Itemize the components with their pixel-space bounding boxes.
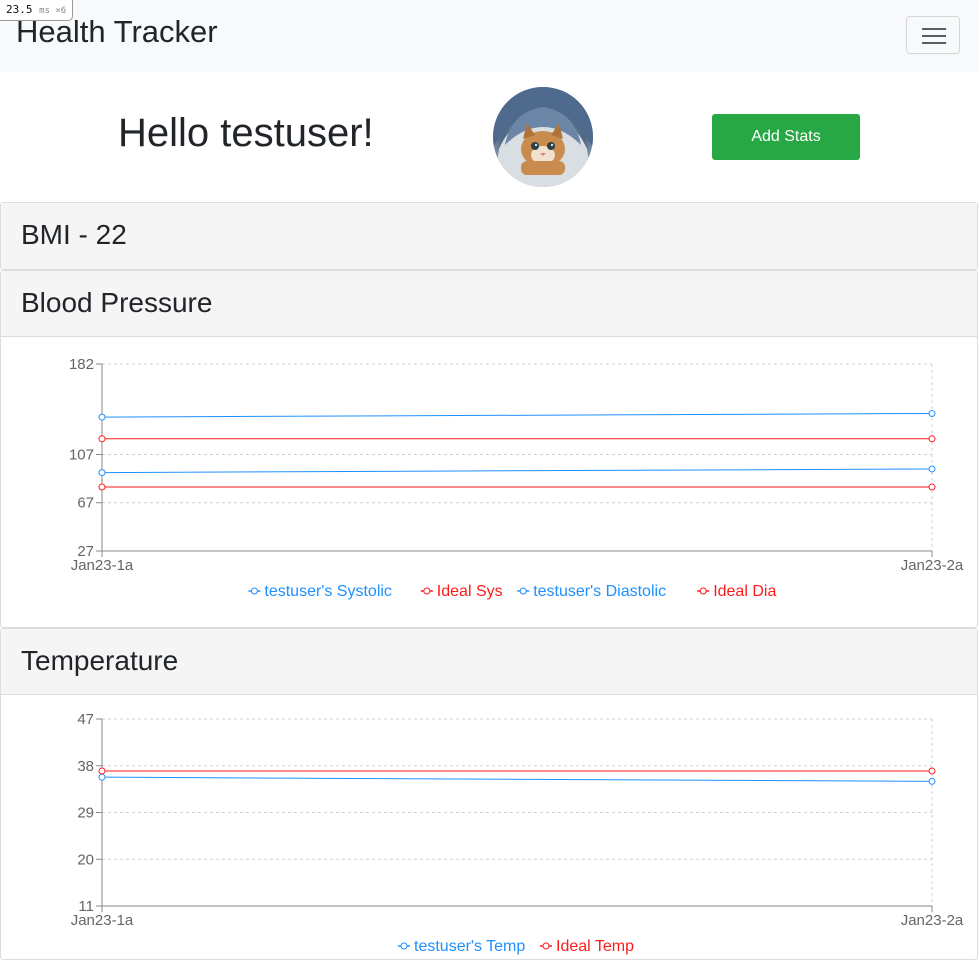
blood-pressure-card-header[interactable]: Blood Pressure (1, 271, 977, 337)
greeting-heading: Hello testuser! (118, 111, 374, 155)
legend-marker (542, 942, 550, 950)
y-tick-label: 107 (69, 446, 94, 463)
y-tick-label: 29 (77, 805, 94, 822)
hamburger-menu-icon-bar (922, 42, 946, 44)
temperature-chart: 1120293847Jan23-1a Jan23-2atestuser's Tem… (71, 711, 964, 955)
temperature-card-header[interactable]: Temperature (1, 629, 977, 695)
kitten-avatar (493, 87, 593, 187)
x-tick-label: Jan23-2a (901, 912, 964, 929)
perf-unit: ms ×6 (39, 6, 67, 16)
data-point (928, 465, 936, 473)
legend-marker (519, 587, 527, 595)
legend-marker (699, 587, 707, 595)
perf-value: 23.5 (6, 3, 33, 16)
legend-marker (400, 942, 408, 950)
data-point (98, 435, 106, 443)
temperature-title: Temperature (21, 645, 179, 676)
bmi-card-header[interactable]: BMI - 22 (1, 203, 977, 269)
data-point (928, 409, 936, 417)
y-tick-label: 182 (69, 356, 94, 373)
bmi-card: BMI - 22 (0, 202, 978, 270)
bmi-title: BMI - 22 (21, 219, 127, 250)
hamburger-menu-icon-bar (922, 35, 946, 37)
legend-label: testuser's Systolic (264, 583, 392, 600)
blood-pressure-chart: 2767107182Jan23-1a Jan23-2atestuser's Sys… (69, 356, 964, 600)
data-point (928, 777, 936, 785)
legend-marker (250, 587, 258, 595)
blood-pressure-card: Blood Pressure 27 67 107 182 Jan23-1a Jan23-2… (0, 270, 978, 628)
x-tick-label: Jan23-1a (71, 912, 134, 929)
data-point (98, 773, 106, 781)
perf-counter: 23.5 ms ×6 (0, 0, 74, 21)
data-point (98, 469, 106, 477)
series-line (101, 468, 933, 474)
legend-label: Ideal Dia (713, 583, 776, 600)
data-point (928, 767, 936, 775)
data-point (98, 483, 106, 491)
data-point (98, 767, 106, 775)
series-line (101, 412, 933, 418)
series-line (101, 776, 933, 782)
navbar-toggle-button[interactable] (906, 16, 960, 54)
avatar (493, 87, 593, 187)
navbar: Health Tracker (0, 0, 978, 72)
x-tick-label: Jan23-1a (71, 557, 134, 574)
y-tick-label: 67 (77, 495, 94, 512)
legend-label: Ideal Sys (437, 583, 503, 600)
y-tick-label: 38 (77, 758, 94, 775)
data-point (98, 413, 106, 421)
data-point (928, 483, 936, 491)
y-tick-label: 20 (77, 851, 94, 868)
data-point (928, 435, 936, 443)
legend-label: testuser's Diastolic (533, 583, 666, 600)
temperature-card: Temperature 11 20 29 38 47 Jan23-1a Jan23-2a te… (0, 628, 978, 960)
blood-pressure-title: Blood Pressure (21, 287, 213, 318)
legend-marker (423, 587, 431, 595)
legend-label: Ideal Temp (556, 938, 634, 955)
x-tick-label: Jan23-2a (901, 557, 964, 574)
y-tick-label: 47 (77, 711, 94, 728)
hamburger-menu-icon (922, 28, 946, 30)
add-stats-button[interactable]: Add Stats (712, 114, 860, 160)
legend-label: testuser's Temp (414, 938, 525, 955)
